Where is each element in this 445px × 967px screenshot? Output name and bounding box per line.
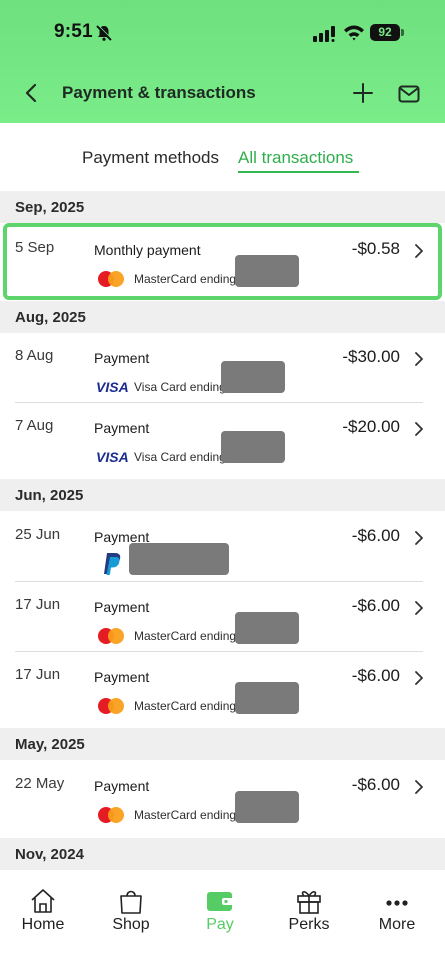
back-icon[interactable] — [22, 82, 42, 104]
transaction-title: Monthly payment — [94, 242, 201, 258]
status-time: 9:51 — [54, 21, 93, 42]
card-label: Visa Card ending — [134, 380, 226, 394]
redacted-card-number — [235, 255, 299, 287]
app-header: 9:51 92 Payment & transactions — [0, 0, 445, 123]
redacted-card-number — [221, 361, 285, 393]
status-bar: 9:51 92 — [0, 0, 445, 66]
bottom-nav: Home Shop Pay Perks More — [0, 870, 445, 967]
mastercard-icon — [98, 271, 124, 287]
section-header-jun-2025: Jun, 2025 — [0, 479, 445, 511]
chevron-right-icon — [415, 422, 423, 436]
card-label: MasterCard ending — [134, 699, 237, 713]
nav-bar: Payment & transactions — [0, 72, 445, 114]
nav-more[interactable]: More — [357, 888, 437, 934]
nav-home-label: Home — [21, 916, 65, 933]
transaction-date: 17 Jun — [15, 596, 61, 613]
gift-icon — [297, 891, 321, 914]
transaction-row[interactable]: 17 Jun Payment -$6.00 MasterCard ending — [0, 652, 445, 722]
mastercard-icon — [98, 628, 124, 644]
mail-icon[interactable] — [398, 85, 420, 103]
tab-payment-methods[interactable]: Payment methods — [82, 148, 219, 168]
paypal-icon — [104, 553, 121, 575]
transaction-amount: -$20.00 — [342, 417, 400, 436]
nav-perks[interactable]: Perks — [269, 888, 349, 934]
card-label: Visa Card ending — [134, 450, 226, 464]
transaction-amount: -$0.58 — [351, 239, 400, 258]
wallet-icon — [207, 892, 233, 911]
section-header-aug-2025: Aug, 2025 — [0, 301, 445, 333]
home-icon — [31, 889, 55, 913]
redacted-paypal-account — [129, 543, 229, 575]
visa-icon: VISA — [96, 379, 129, 395]
card-label: MasterCard ending — [134, 629, 237, 643]
chevron-right-icon — [415, 244, 423, 258]
mastercard-icon — [98, 698, 124, 714]
nav-pay-label: Pay — [206, 916, 234, 933]
transaction-title: Payment — [94, 350, 150, 366]
chevron-right-icon — [415, 780, 423, 794]
transaction-date: 17 Jun — [15, 666, 61, 683]
svg-text:VISA: VISA — [96, 379, 129, 395]
transaction-amount: -$6.00 — [351, 775, 400, 794]
shop-bag-icon — [120, 890, 142, 914]
transaction-row[interactable]: 17 Jun Payment -$6.00 MasterCard ending — [0, 582, 445, 652]
transaction-row[interactable]: 7 Aug Payment -$20.00 VISA Visa Card end… — [0, 403, 445, 473]
transaction-title: Payment — [94, 778, 150, 794]
transaction-row[interactable]: 25 Jun Payment -$6.00 — [0, 512, 445, 582]
mastercard-icon — [98, 807, 124, 823]
section-header-nov-2024: Nov, 2024 — [0, 838, 445, 870]
redacted-card-number — [235, 682, 299, 714]
transaction-row[interactable]: 8 Aug Payment -$30.00 VISA Visa Card end… — [0, 333, 445, 403]
wifi-icon — [344, 25, 364, 41]
page-title: Payment & transactions — [62, 83, 256, 102]
plus-icon[interactable] — [352, 82, 374, 104]
nav-more-label: More — [378, 916, 416, 933]
section-header-sep-2025: Sep, 2025 — [0, 191, 445, 223]
transaction-amount: -$30.00 — [342, 347, 400, 366]
battery-level: 92 — [378, 25, 392, 39]
active-tab-indicator — [238, 171, 359, 173]
transaction-title: Payment — [94, 599, 150, 615]
transaction-amount: -$6.00 — [351, 596, 400, 615]
redacted-card-number — [235, 612, 299, 644]
transaction-amount: -$6.00 — [351, 526, 400, 545]
transaction-title: Payment — [94, 669, 150, 685]
transaction-date: 5 Sep — [15, 239, 55, 256]
transaction-date: 7 Aug — [15, 417, 54, 434]
more-dots-icon — [386, 900, 408, 906]
card-label: MasterCard ending — [134, 808, 237, 822]
transaction-date: 25 Jun — [15, 526, 61, 543]
nav-shop[interactable]: Shop — [91, 888, 171, 934]
tab-all-transactions[interactable]: All transactions — [238, 148, 353, 168]
chevron-right-icon — [415, 601, 423, 615]
section-header-may-2025: May, 2025 — [0, 728, 445, 760]
bell-mute-icon — [96, 24, 113, 41]
redacted-card-number — [235, 791, 299, 823]
transaction-amount: -$6.00 — [351, 666, 400, 685]
visa-icon: VISA — [96, 449, 129, 465]
nav-home[interactable]: Home — [3, 888, 83, 934]
transaction-date: 22 May — [15, 775, 65, 792]
transaction-date: 8 Aug — [15, 347, 54, 364]
transaction-row[interactable]: 5 Sep Monthly payment -$0.58 MasterCard … — [0, 225, 445, 295]
transaction-row[interactable]: 22 May Payment -$6.00 MasterCard ending — [0, 761, 445, 831]
nav-pay[interactable]: Pay — [180, 888, 260, 934]
transaction-title: Payment — [94, 420, 150, 436]
nav-shop-label: Shop — [112, 916, 150, 933]
battery-icon: 92 — [370, 24, 404, 42]
card-label: MasterCard ending — [134, 272, 237, 286]
chevron-right-icon — [415, 531, 423, 545]
signal-icon — [313, 26, 335, 42]
redacted-card-number — [221, 431, 285, 463]
chevron-right-icon — [415, 352, 423, 366]
nav-perks-label: Perks — [288, 916, 330, 933]
tab-bar: Payment methods All transactions — [0, 123, 445, 189]
chevron-right-icon — [415, 671, 423, 685]
svg-text:VISA: VISA — [96, 449, 129, 465]
